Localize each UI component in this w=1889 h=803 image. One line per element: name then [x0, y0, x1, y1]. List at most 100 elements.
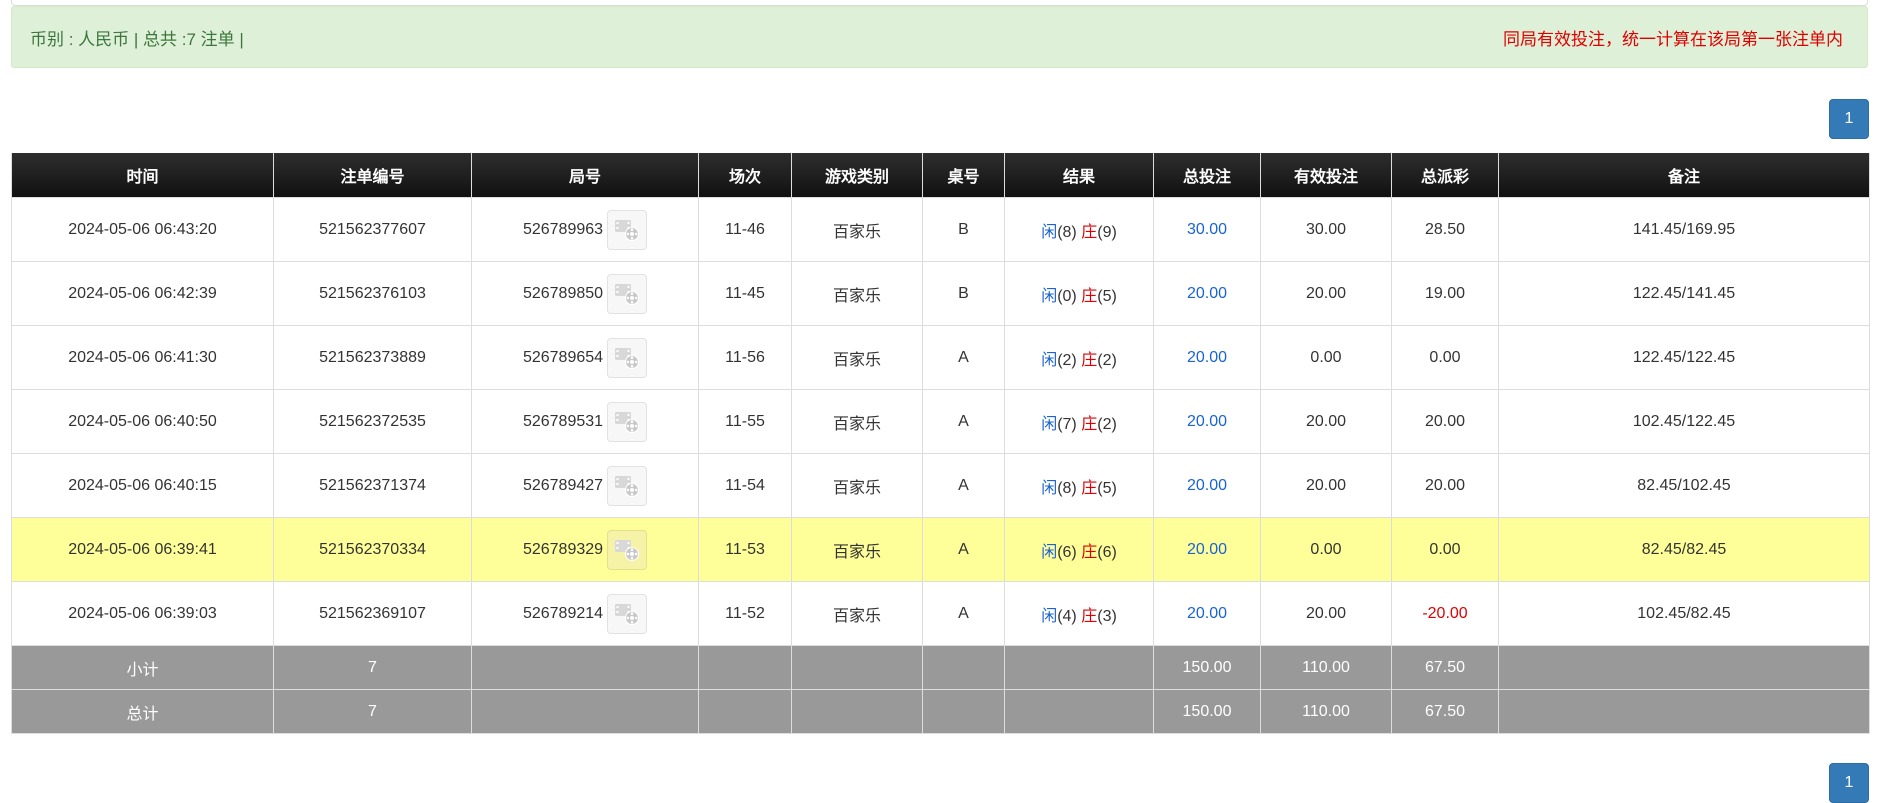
cell-bet-number: 521562372535: [273, 389, 472, 454]
video-replay-icon[interactable]: [607, 401, 648, 442]
cell-table-number: A: [922, 389, 1005, 454]
grand-total-valid-bet: 110.00: [1260, 689, 1392, 734]
cell-session: 11-46: [698, 197, 792, 262]
cell-total-bet: 20.00: [1153, 453, 1261, 518]
round-number-text: 526789963: [522, 220, 604, 238]
cell-time: 2024-05-06 06:39:41: [11, 517, 274, 582]
summary-info-bar: 币别 : 人民币 | 总共 :7 注单 | 同局有效投注，统一计算在该局第一张注…: [11, 6, 1868, 68]
cell-total-payout: 20.00: [1391, 389, 1499, 454]
result-banker-score: (2): [1097, 415, 1117, 433]
cell-round-number: 526789654: [471, 325, 699, 390]
video-replay-icon[interactable]: [607, 465, 648, 506]
result-banker-score: (9): [1097, 223, 1117, 241]
cell-valid-bet: 0.00: [1260, 325, 1392, 390]
cell-total-bet: 20.00: [1153, 517, 1261, 582]
cell-result: 闲(8) 庄(5): [1004, 453, 1154, 518]
cell-remark: 122.45/122.45: [1498, 325, 1870, 390]
result-banker-score: (3): [1097, 607, 1117, 625]
subtotal-total-bet: 150.00: [1153, 645, 1261, 690]
header-table-number: 桌号: [922, 153, 1005, 198]
cell-result: 闲(7) 庄(2): [1004, 389, 1154, 454]
cell-total-payout: -20.00: [1391, 581, 1499, 646]
grand-total-row: 总计 7 150.00 110.00 67.50: [11, 689, 1870, 734]
cell-game-type: 百家乐: [791, 389, 923, 454]
result-player-score: (0): [1057, 287, 1077, 305]
subtotal-payout: 67.50: [1391, 645, 1499, 690]
cell-result: 闲(4) 庄(3): [1004, 581, 1154, 646]
header-time: 时间: [11, 153, 274, 198]
result-banker-label: 庄: [1081, 479, 1098, 497]
grand-total-payout: 67.50: [1391, 689, 1499, 734]
result-banker-label: 庄: [1081, 607, 1098, 625]
cell-total-bet: 20.00: [1153, 261, 1261, 326]
cell-game-type: 百家乐: [791, 261, 923, 326]
currency-summary: 币别 : 人民币 | 总共 :7 注单 |: [30, 29, 244, 49]
cell-round-number: 526789850: [471, 261, 699, 326]
video-replay-icon[interactable]: [607, 593, 648, 634]
cell-valid-bet: 20.00: [1260, 581, 1392, 646]
cell-valid-bet: 20.00: [1260, 389, 1392, 454]
cell-game-type: 百家乐: [791, 197, 923, 262]
cell-round-number: 526789214: [471, 581, 699, 646]
cell-bet-number: 521562377607: [273, 197, 472, 262]
cell-time: 2024-05-06 06:39:03: [11, 581, 274, 646]
cell-session: 11-52: [698, 581, 792, 646]
cell-time: 2024-05-06 06:42:39: [11, 261, 274, 326]
cell-round-number: 526789963: [471, 197, 699, 262]
header-remark: 备注: [1498, 153, 1870, 198]
pagination-page-1-top[interactable]: 1: [1829, 99, 1869, 139]
table-row: 2024-05-06 06:41:30 521562373889 5267896…: [11, 325, 1870, 390]
result-banker-score: (5): [1097, 287, 1117, 305]
header-bet-number: 注单编号: [273, 153, 472, 198]
cell-round-number: 526789427: [471, 453, 699, 518]
header-result: 结果: [1004, 153, 1154, 198]
video-replay-icon[interactable]: [607, 337, 648, 378]
video-replay-icon[interactable]: [607, 209, 648, 250]
cell-time: 2024-05-06 06:43:20: [11, 197, 274, 262]
result-banker-label: 庄: [1081, 415, 1098, 433]
cell-total-bet: 30.00: [1153, 197, 1261, 262]
result-player-label: 闲: [1041, 351, 1058, 369]
video-replay-icon[interactable]: [607, 273, 648, 314]
cell-total-bet: 20.00: [1153, 581, 1261, 646]
pagination-page-1-bottom[interactable]: 1: [1829, 763, 1869, 803]
cell-total-bet: 20.00: [1153, 325, 1261, 390]
cell-session: 11-56: [698, 325, 792, 390]
cell-total-payout: 28.50: [1391, 197, 1499, 262]
cell-result: 闲(2) 庄(2): [1004, 325, 1154, 390]
result-player-label: 闲: [1041, 543, 1058, 561]
cell-valid-bet: 0.00: [1260, 517, 1392, 582]
cell-bet-number: 521562370334: [273, 517, 472, 582]
cell-valid-bet: 20.00: [1260, 261, 1392, 326]
header-game-type: 游戏类别: [791, 153, 923, 198]
cell-game-type: 百家乐: [791, 581, 923, 646]
result-banker-label: 庄: [1081, 543, 1098, 561]
cell-table-number: B: [922, 261, 1005, 326]
cell-session: 11-54: [698, 453, 792, 518]
subtotal-valid-bet: 110.00: [1260, 645, 1392, 690]
cell-bet-number: 521562369107: [273, 581, 472, 646]
table-row: 2024-05-06 06:42:39 521562376103 5267898…: [11, 261, 1870, 326]
result-player-score: (6): [1057, 543, 1077, 561]
table-row: 2024-05-06 06:40:15 521562371374 5267894…: [11, 453, 1870, 518]
cell-table-number: A: [922, 325, 1005, 390]
video-replay-icon[interactable]: [607, 529, 648, 570]
round-number-text: 526789214: [522, 604, 604, 622]
cell-session: 11-45: [698, 261, 792, 326]
header-round-number: 局号: [471, 153, 699, 198]
table-row: 2024-05-06 06:39:41 521562370334 5267893…: [11, 517, 1870, 582]
cell-total-payout: 0.00: [1391, 325, 1499, 390]
result-player-score: (8): [1057, 223, 1077, 241]
cell-table-number: A: [922, 581, 1005, 646]
grand-total-total-bet: 150.00: [1153, 689, 1261, 734]
result-banker-score: (5): [1097, 479, 1117, 497]
cell-result: 闲(0) 庄(5): [1004, 261, 1154, 326]
result-player-label: 闲: [1041, 415, 1058, 433]
header-valid-bet: 有效投注: [1260, 153, 1392, 198]
grand-total-label: 总计: [11, 689, 274, 734]
round-number-text: 526789329: [522, 540, 604, 558]
cell-round-number: 526789329: [471, 517, 699, 582]
result-player-score: (2): [1057, 351, 1077, 369]
cell-result: 闲(8) 庄(9): [1004, 197, 1154, 262]
cell-bet-number: 521562373889: [273, 325, 472, 390]
